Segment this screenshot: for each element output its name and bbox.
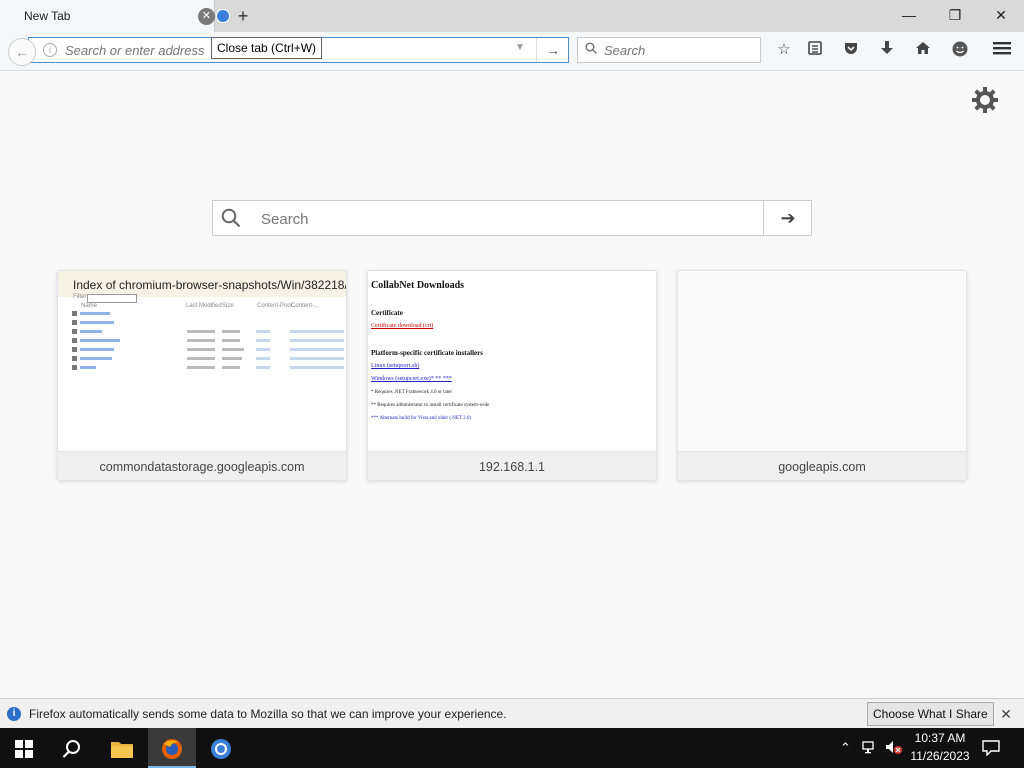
volume-muted-icon[interactable]	[885, 740, 903, 757]
tile-thumbnail: Index of chromium-browser-snapshots/Win/…	[58, 271, 346, 451]
thumb-header: Size	[222, 303, 234, 309]
info-icon: i	[7, 707, 21, 721]
thumb-header: Name	[81, 303, 98, 309]
tile-thumbnail	[678, 271, 966, 451]
search-go-button[interactable]: ➔	[763, 201, 812, 235]
dropdown-icon[interactable]: ▼	[515, 42, 525, 53]
thumb-line: Platform-specific certificate installers	[371, 349, 483, 357]
thumb-title: CollabNet Downloads	[371, 280, 465, 291]
tile-label: googleapis.com	[678, 451, 966, 480]
top-site-tile[interactable]: googleapis.com	[677, 270, 967, 481]
thumb-filter-label: Filter:	[73, 294, 88, 300]
tab-close-icon[interactable]: ✕	[198, 8, 215, 25]
chrome-icon[interactable]	[197, 728, 245, 768]
notifications-icon[interactable]	[982, 740, 1000, 759]
new-tab-button[interactable]: +	[234, 6, 252, 26]
newtab-search-input[interactable]	[261, 209, 741, 229]
thumb-line: *** Alternate build for Vista and older …	[371, 416, 472, 421]
tile-label: 192.168.1.1	[368, 451, 656, 480]
start-button[interactable]	[0, 728, 48, 768]
tile-thumbnail: CollabNet Downloads Certificate Certific…	[368, 271, 656, 451]
choose-what-i-share-button[interactable]: Choose What I Share	[867, 702, 994, 726]
tab-new-tab[interactable]: New Tab	[0, 0, 215, 32]
tile-label: commondatastorage.googleapis.com	[58, 451, 346, 480]
search-icon	[585, 42, 598, 57]
search-icon[interactable]	[48, 728, 96, 768]
clock-date[interactable]: 11/26/2023	[905, 749, 975, 763]
back-button[interactable]: ←	[8, 38, 36, 66]
close-window-button[interactable]: ✕	[978, 0, 1024, 30]
search-icon	[221, 208, 241, 228]
download-icon[interactable]	[877, 40, 897, 60]
thumb-rows	[72, 311, 344, 370]
clock-time[interactable]: 10:37 AM	[905, 731, 975, 745]
network-icon[interactable]	[862, 740, 878, 757]
notification-bar: i Firefox automatically sends some data …	[0, 698, 1024, 729]
thumb-line: Linux (setupcert.sh)	[371, 363, 420, 369]
bookmarks-list-icon[interactable]	[805, 40, 825, 60]
thumb-line: Windows (setupcert.exe)* ** ***	[371, 376, 452, 382]
tab-title: New Tab	[24, 9, 71, 23]
firefox-icon[interactable]	[148, 728, 196, 768]
notification-text: Firefox automatically sends some data to…	[29, 707, 507, 721]
tooltip: Close tab (Ctrl+W)	[211, 37, 323, 59]
thumb-header: Content-...	[291, 303, 320, 309]
toolbar-search-box[interactable]	[577, 37, 761, 63]
thumb-line: ** Requires administrator to install cer…	[371, 403, 490, 408]
hello-icon[interactable]	[950, 40, 970, 60]
go-button[interactable]: →	[536, 38, 569, 62]
thumb-title: Index of chromium-browser-snapshots/Win/…	[73, 278, 347, 292]
gear-icon[interactable]	[971, 86, 999, 114]
info-icon[interactable]: i	[43, 43, 57, 57]
restore-button[interactable]: ❐	[932, 0, 978, 30]
file-explorer-icon[interactable]	[98, 728, 146, 768]
chrome-icon	[216, 9, 230, 23]
pocket-icon[interactable]	[841, 40, 861, 60]
url-input[interactable]	[65, 41, 205, 59]
toolbar-search-input[interactable]	[604, 42, 754, 58]
thumb-line: Certificate download (crt)	[371, 323, 434, 329]
minimize-button[interactable]: —	[886, 0, 932, 30]
top-site-tile[interactable]: Index of chromium-browser-snapshots/Win/…	[57, 270, 347, 481]
thumb-line: * Requires .NET Framework 4.0 or later	[371, 390, 452, 395]
bookmark-star-icon[interactable]: ☆	[774, 40, 794, 60]
chevron-up-icon[interactable]: ⌃	[840, 740, 851, 756]
thumb-line: Certificate	[371, 309, 403, 317]
home-icon[interactable]	[913, 40, 933, 60]
close-icon[interactable]: ✕	[998, 706, 1014, 722]
menu-icon[interactable]	[992, 40, 1012, 60]
top-site-tile[interactable]: CollabNet Downloads Certificate Certific…	[367, 270, 657, 481]
newtab-search-box[interactable]: ➔	[212, 200, 812, 236]
thumb-header: Last Modified	[186, 303, 222, 309]
